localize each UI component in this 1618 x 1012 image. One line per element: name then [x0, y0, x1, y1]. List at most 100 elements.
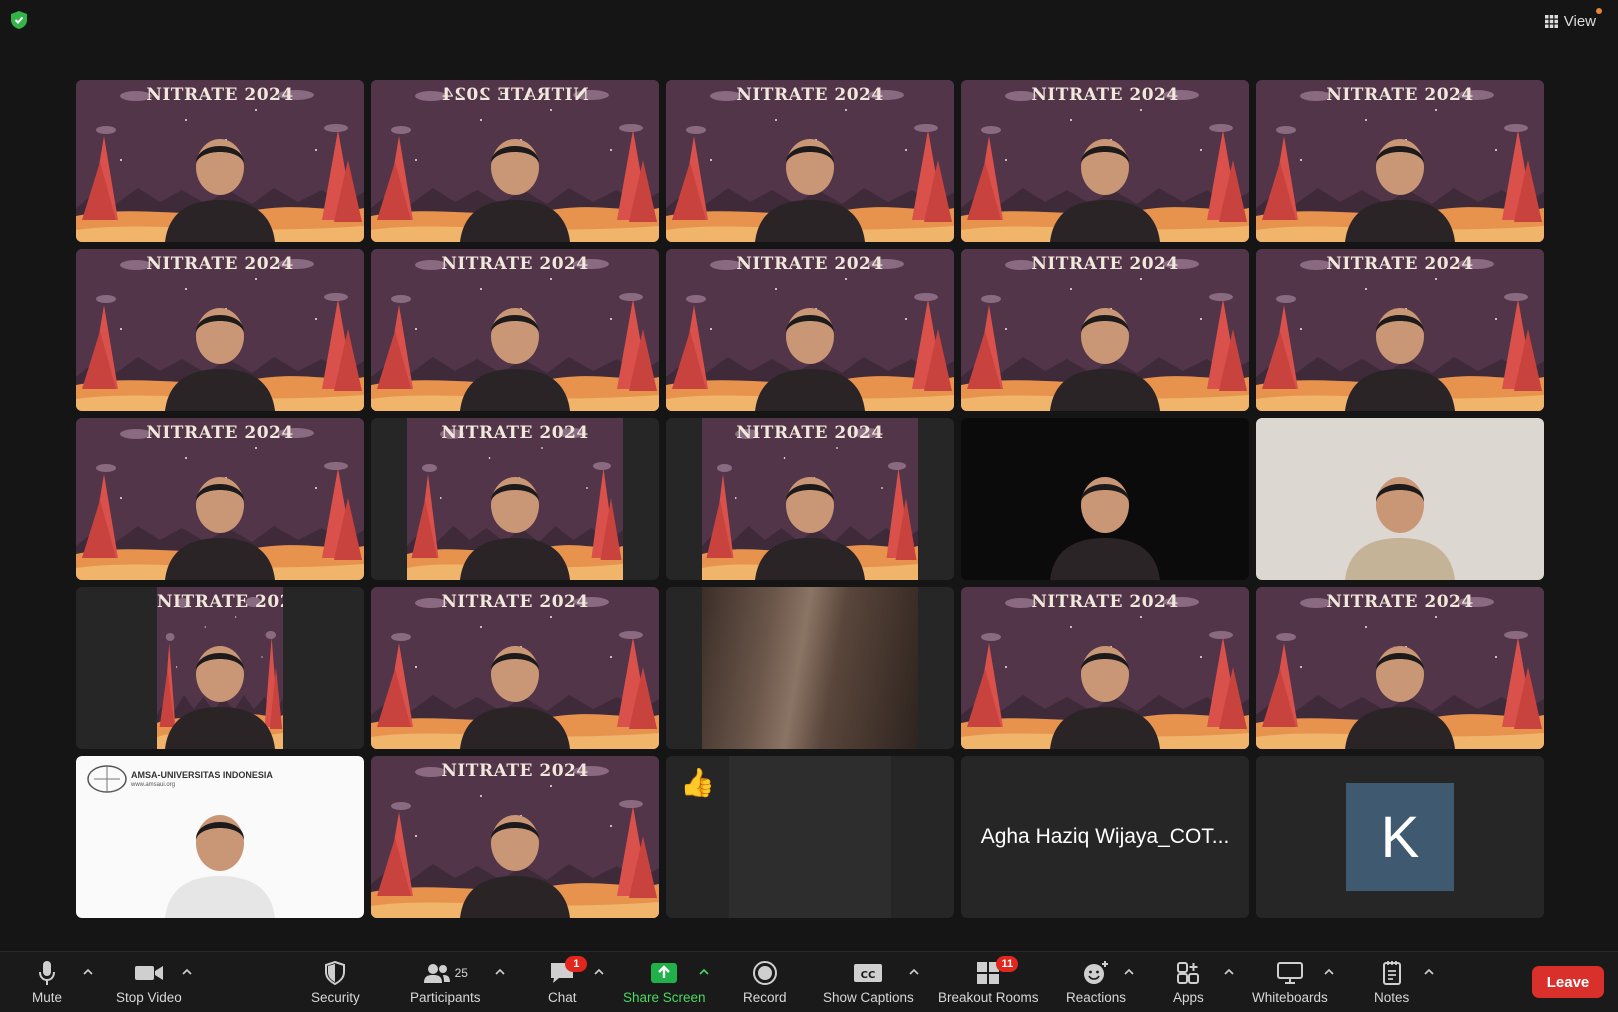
participant-video-tile[interactable]: 👍 [666, 756, 954, 918]
share-options-caret-icon[interactable] [699, 968, 709, 976]
participant-video-tile[interactable]: NITRATE 2024 [961, 80, 1249, 242]
record-button[interactable]: Record [743, 958, 787, 1005]
participant-video-tile[interactable] [1256, 418, 1544, 580]
participant-video-tile[interactable]: NITRATE 2024 [371, 756, 659, 918]
participant-video-tile[interactable]: K [1256, 756, 1544, 918]
apps-icon [1177, 962, 1200, 984]
background-banner-text: NITRATE 2024 [441, 592, 589, 612]
view-button[interactable]: View [1537, 8, 1604, 32]
breakout-rooms-badge: 11 [996, 956, 1019, 972]
virtual-background: NITRATE 2024 [407, 418, 623, 580]
stop-video-label: Stop Video [116, 990, 182, 1005]
whiteboards-button[interactable]: Whiteboards [1252, 958, 1328, 1005]
camera-feed [729, 756, 891, 918]
reactions-button[interactable]: Reactions [1066, 958, 1126, 1005]
chat-label: Chat [548, 990, 577, 1005]
virtual-background: NITRATE 2024 [1256, 587, 1544, 749]
background-banner-text: NITRATE 2024 [441, 85, 589, 105]
background-banner-text: NITRATE 2024 [1031, 592, 1179, 612]
participant-video-tile[interactable]: NITRATE 2024 [666, 418, 954, 580]
record-icon [752, 961, 777, 985]
participant-video-tile[interactable] [666, 587, 954, 749]
participant-figure [1335, 112, 1465, 242]
participant-video-tile[interactable]: NITRATE 2024 [666, 249, 954, 411]
chat-unread-badge: 1 [565, 956, 588, 972]
participant-video-tile[interactable]: NITRATE 2024 [76, 418, 364, 580]
mute-label: Mute [32, 990, 63, 1005]
video-options-caret-icon[interactable] [182, 968, 192, 976]
whiteboard-icon [1276, 962, 1303, 984]
participant-figure [155, 450, 285, 580]
participant-figure [450, 450, 580, 580]
video-camera-icon [134, 966, 163, 980]
participant-figure [1040, 281, 1170, 411]
stop-video-button[interactable]: Stop Video [116, 958, 182, 1005]
virtual-background: NITRATE 2024 [961, 249, 1249, 411]
participant-video-tile[interactable]: NITRATE 2024 [371, 418, 659, 580]
virtual-background: NITRATE 2024 [702, 418, 918, 580]
participant-video-tile[interactable]: NITRATE 2024 [76, 80, 364, 242]
participants-options-caret-icon[interactable] [495, 968, 505, 976]
notes-icon [1382, 961, 1401, 985]
background-banner-text: NITRATE 2024 [736, 254, 884, 274]
participant-figure [1040, 450, 1170, 580]
participant-figure [450, 619, 580, 749]
participant-video-tile[interactable]: NITRATE 2024 [666, 80, 954, 242]
participant-figure [450, 112, 580, 242]
virtual-background: NITRATE 2024 [371, 80, 659, 242]
notes-label: Notes [1374, 990, 1410, 1005]
participant-video-tile[interactable]: NITRATE 2024 [1256, 249, 1544, 411]
leave-meeting-button[interactable]: Leave [1532, 966, 1604, 998]
participant-video-tile[interactable]: NITRATE 2024 [371, 80, 659, 242]
participants-icon [423, 964, 450, 983]
participant-video-tile[interactable]: NITRATE 2024 [961, 249, 1249, 411]
captions-options-caret-icon[interactable] [909, 968, 919, 976]
background-banner-text: NITRATE 2024 [1326, 85, 1474, 105]
participant-figure [745, 281, 875, 411]
virtual-background: NITRATE 2024 [371, 587, 659, 749]
grid-view-icon [1544, 14, 1558, 28]
background-banner-text: NITRATE 2024 [1326, 254, 1474, 274]
share-screen-button[interactable]: Share Screen [623, 958, 706, 1005]
participant-video-tile[interactable]: AMSA-UNIVERSITAS INDONESIA www.amsaui.or… [76, 756, 364, 918]
mute-button[interactable]: Mute [32, 958, 62, 1005]
participant-video-tile[interactable]: NITRATE 2024 [1256, 80, 1544, 242]
participant-video-tile[interactable] [961, 418, 1249, 580]
background-banner-text: NITRATE 2024 [441, 761, 589, 781]
apps-button[interactable]: Apps [1173, 958, 1204, 1005]
notes-options-caret-icon[interactable] [1424, 968, 1434, 976]
security-shield-icon [325, 961, 346, 985]
whiteboards-options-caret-icon[interactable] [1324, 968, 1334, 976]
participant-video-tile[interactable]: NITRATE 2024 [76, 249, 364, 411]
share-screen-icon [651, 963, 678, 983]
view-label: View [1563, 12, 1596, 30]
show-captions-button[interactable]: CC Show Captions [823, 958, 914, 1005]
participant-video-tile[interactable]: NITRATE 2024 [961, 587, 1249, 749]
chat-button[interactable]: 1 Chat [548, 956, 588, 1005]
microphone-icon [39, 961, 55, 985]
apps-options-caret-icon[interactable] [1224, 968, 1234, 976]
participant-video-tile[interactable]: NITRATE 2024 [76, 587, 364, 749]
chat-options-caret-icon[interactable] [594, 968, 604, 976]
participant-video-tile[interactable]: NITRATE 2024 [371, 587, 659, 749]
notes-button[interactable]: Notes [1374, 958, 1409, 1005]
participant-figure [1040, 112, 1170, 242]
participant-figure [1335, 281, 1465, 411]
audio-options-caret-icon[interactable] [83, 968, 93, 976]
breakout-rooms-button[interactable]: 11 Breakout Rooms [938, 956, 1039, 1005]
participants-button[interactable]: 25 Participants [410, 958, 481, 1005]
participant-video-tile[interactable]: Agha Haziq Wijaya_COT... [961, 756, 1249, 918]
security-button[interactable]: Security [311, 958, 360, 1005]
participant-figure [155, 112, 285, 242]
participant-video-tile[interactable]: NITRATE 2024 [371, 249, 659, 411]
encryption-shield-icon[interactable] [11, 11, 27, 29]
show-captions-label: Show Captions [823, 990, 914, 1005]
participant-video-tile[interactable]: NITRATE 2024 [1256, 587, 1544, 749]
thumbs-up-reaction-icon: 👍 [680, 767, 715, 798]
meeting-toolbar: Mute Stop Video Security 25 Participants… [0, 951, 1618, 1012]
participants-label: Participants [410, 990, 481, 1005]
participants-count: 25 [454, 966, 468, 980]
reactions-options-caret-icon[interactable] [1124, 968, 1134, 976]
background-banner-text: NITRATE 2024 [441, 254, 589, 274]
virtual-background: NITRATE 2024 [157, 587, 283, 749]
